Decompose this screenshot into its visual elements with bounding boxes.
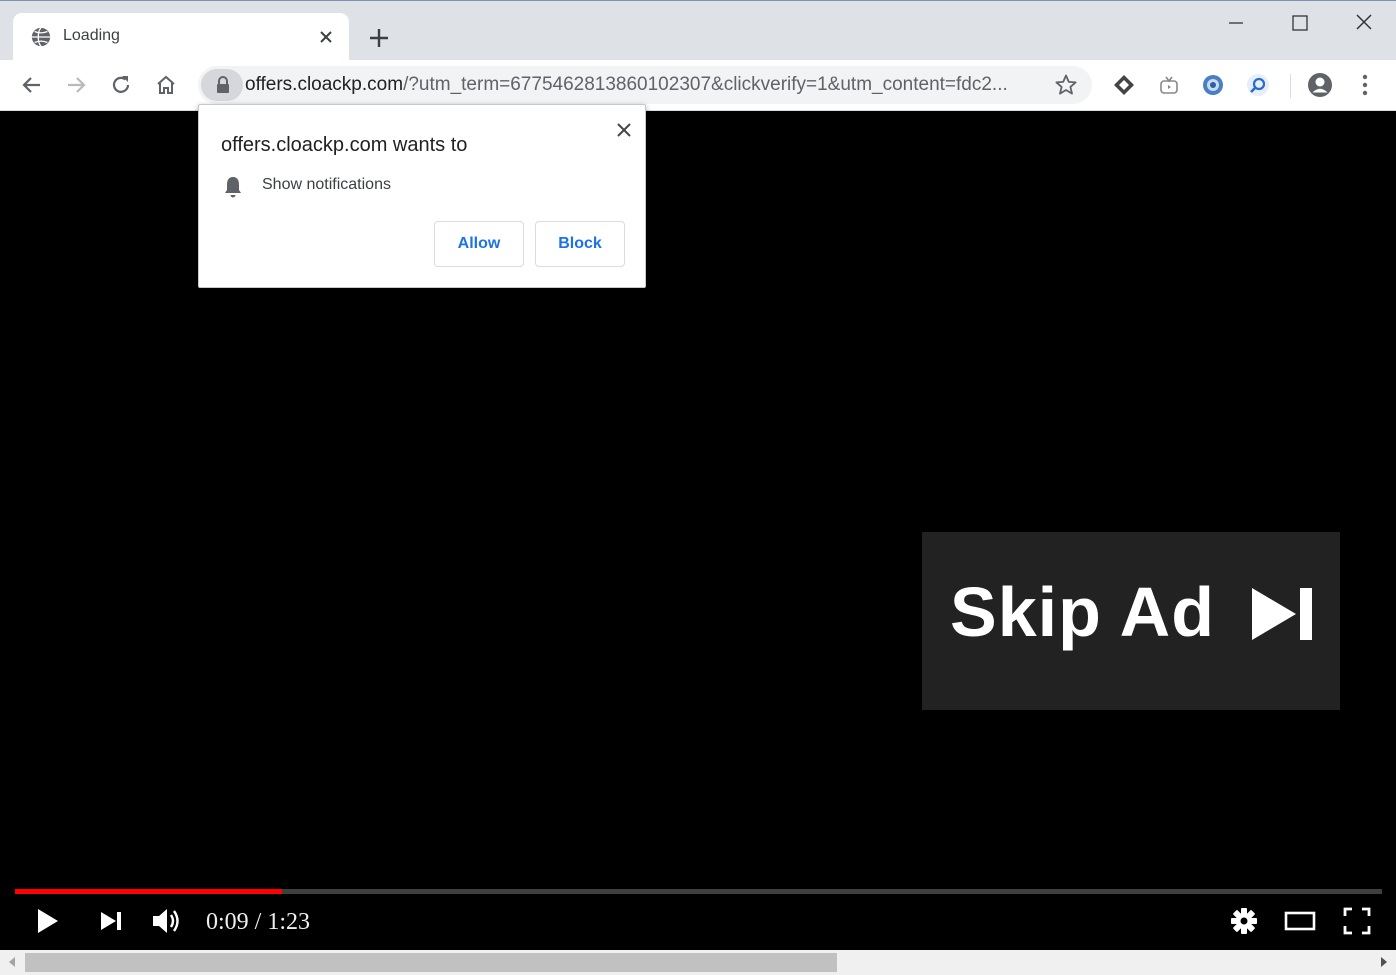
close-icon[interactable] [316,27,336,47]
allow-button[interactable]: Allow [434,221,524,267]
back-icon[interactable] [19,72,45,98]
scroll-left-icon[interactable] [4,954,20,970]
skip-ad-button[interactable]: Skip Ad [922,532,1340,710]
site-info-chip[interactable] [201,69,243,101]
lock-icon [217,76,229,93]
forward-icon[interactable] [63,72,89,98]
plus-icon[interactable] [366,25,392,51]
extension-search-icon[interactable] [1245,72,1271,98]
bell-icon [225,177,241,198]
profile-icon[interactable] [1307,72,1333,98]
star-icon[interactable] [1054,73,1078,97]
tab-strip: Loading [0,0,1396,61]
skip-ad-label: Skip Ad [950,573,1215,651]
extension-globe-icon[interactable] [1200,72,1226,98]
popup-title: offers.cloackp.com wants to [221,134,468,156]
menu-icon[interactable] [1352,72,1378,98]
globe-icon [31,27,51,47]
progress-bar[interactable] [15,889,1382,894]
permission-label: Show notifications [262,176,391,193]
notification-permission-popup: offers.cloackp.com wants to Show notific… [198,104,646,288]
skip-next-icon [1252,588,1312,640]
time-display: 0:09 / 1:23 [206,909,311,935]
close-icon[interactable] [1349,9,1379,37]
block-button[interactable]: Block [535,221,625,267]
extension-diamond-icon[interactable] [1111,72,1137,98]
browser-tab[interactable]: Loading [13,13,349,61]
extension-tv-icon[interactable] [1156,72,1182,98]
url-host: offers.cloackp.com [245,74,404,95]
home-icon[interactable] [153,72,179,98]
volume-icon[interactable] [149,904,183,938]
url-text[interactable]: offers.cloackp.com/?utm_term=67754628138… [245,74,1040,96]
url-path: /?utm_term=6775462813860102307&clickveri… [403,74,1008,95]
progress-played [15,889,282,894]
horizontal-scrollbar[interactable] [0,950,1396,975]
theater-mode-icon[interactable] [1283,904,1317,938]
scroll-right-icon[interactable] [1376,954,1392,970]
address-bar[interactable]: offers.cloackp.com/?utm_term=67754628138… [198,66,1092,104]
reload-icon[interactable] [108,72,134,98]
minimize-icon[interactable] [1221,9,1251,37]
fullscreen-icon[interactable] [1340,904,1374,938]
next-icon[interactable] [94,904,128,938]
play-icon[interactable] [30,904,64,938]
scrollbar-thumb[interactable] [25,953,837,972]
maximize-icon[interactable] [1285,9,1315,37]
settings-icon[interactable] [1227,904,1261,938]
tab-title: Loading [63,27,120,44]
toolbar-divider [1290,74,1291,98]
close-icon[interactable] [613,119,635,141]
